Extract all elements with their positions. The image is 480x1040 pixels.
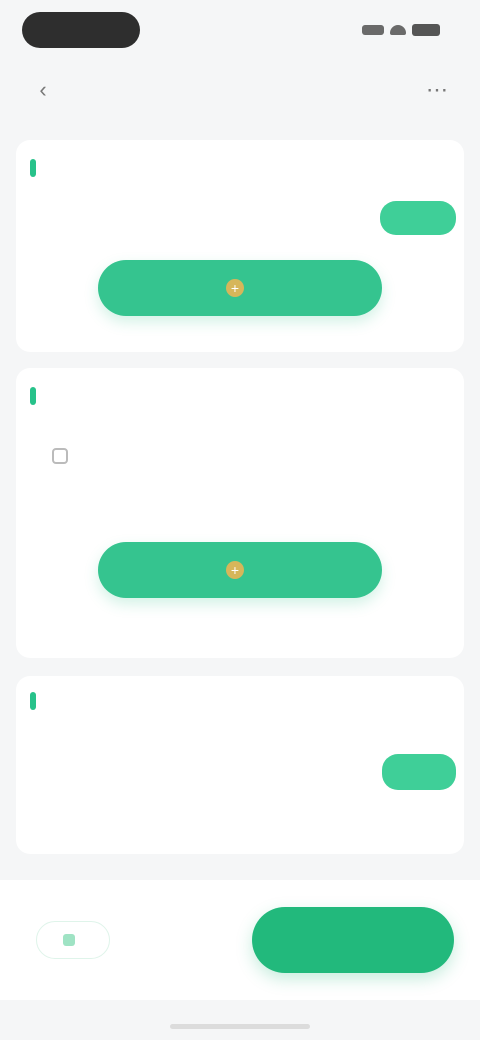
title-marker <box>30 159 36 177</box>
section-three-toggle-button[interactable] <box>382 754 456 790</box>
plus-icon: + <box>226 561 244 579</box>
status-icons <box>362 24 440 36</box>
status-time-pill <box>22 12 140 48</box>
section-three-header <box>16 676 464 710</box>
more-icon[interactable]: ⋯ <box>424 77 450 103</box>
section-three-title <box>30 692 450 710</box>
battery-icon <box>412 24 440 36</box>
chevron-left-icon[interactable]: ‹ <box>30 77 56 103</box>
section-one-add-button[interactable]: + <box>98 260 382 316</box>
status-bar <box>0 0 480 64</box>
section-one-hint-row <box>16 196 464 240</box>
section-three <box>16 676 464 854</box>
submit-button[interactable] <box>252 907 454 973</box>
signal-icon <box>362 25 384 35</box>
bottom-action-bar <box>0 880 480 1000</box>
title-marker <box>30 387 36 405</box>
plus-icon: + <box>226 279 244 297</box>
section-one-title <box>30 159 44 177</box>
section-three-row <box>16 720 464 790</box>
home-indicator <box>170 1024 310 1029</box>
section-one: + <box>16 140 464 352</box>
nav-header: ‹ ⋯ <box>0 64 480 116</box>
section-two-add-button[interactable]: + <box>98 542 382 598</box>
section-two: + <box>16 368 464 658</box>
section-two-option-row[interactable] <box>16 424 464 488</box>
section-two-add-row: + <box>16 488 464 598</box>
section-one-header <box>16 140 464 196</box>
wifi-icon <box>390 25 406 35</box>
title-marker <box>30 692 36 710</box>
section-one-add-row: + <box>16 240 464 316</box>
section-two-header <box>16 368 464 424</box>
checkbox-icon[interactable] <box>52 448 68 464</box>
section-one-tag-button[interactable] <box>380 201 456 235</box>
section-two-title <box>30 387 44 405</box>
save-draft-button[interactable] <box>36 921 110 959</box>
draft-icon <box>63 934 75 946</box>
